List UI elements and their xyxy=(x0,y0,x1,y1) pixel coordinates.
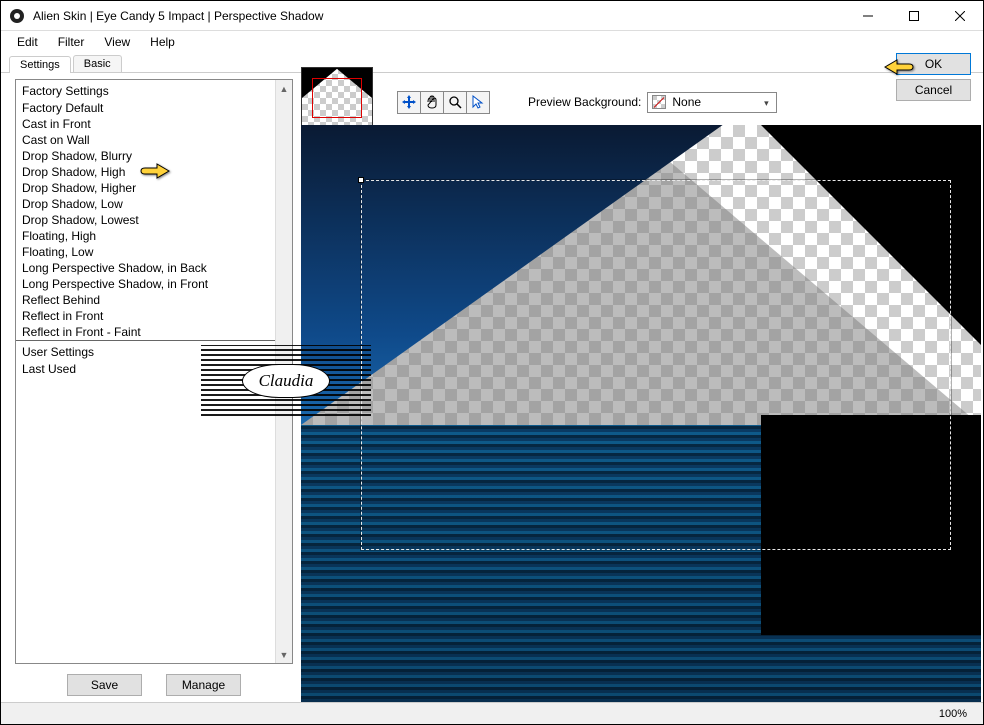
app-icon xyxy=(9,8,25,24)
window-title: Alien Skin | Eye Candy 5 Impact | Perspe… xyxy=(33,9,845,23)
settings-panel: Factory Settings Factory Default Cast in… xyxy=(1,73,301,702)
list-item[interactable]: Drop Shadow, Low xyxy=(16,196,292,212)
minimize-icon xyxy=(863,11,873,21)
titlebar: Alien Skin | Eye Candy 5 Impact | Perspe… xyxy=(1,1,983,31)
preview-thumbnail[interactable] xyxy=(301,67,373,127)
menu-filter[interactable]: Filter xyxy=(50,33,93,51)
preview-background-value: None xyxy=(672,95,701,109)
list-item[interactable]: Factory Default xyxy=(16,100,292,116)
list-item[interactable]: Floating, Low xyxy=(16,244,292,260)
list-item[interactable]: Reflect in Front - Faint xyxy=(16,324,292,340)
move-tool-icon[interactable] xyxy=(397,91,421,114)
preview-panel: OK Cancel xyxy=(301,73,983,702)
tab-strip: Settings Basic xyxy=(1,53,983,73)
list-item[interactable]: Floating, High xyxy=(16,228,292,244)
list-item[interactable]: Last Used xyxy=(16,361,292,377)
preview-background-dropdown[interactable]: None ▾ xyxy=(647,92,777,113)
cancel-button[interactable]: Cancel xyxy=(896,79,971,101)
list-item[interactable]: Cast in Front xyxy=(16,116,292,132)
menu-view[interactable]: View xyxy=(96,33,138,51)
selection-rectangle[interactable] xyxy=(361,180,951,550)
scrollbar-vertical[interactable]: ▲ ▼ xyxy=(275,80,292,663)
scroll-up-icon[interactable]: ▲ xyxy=(276,80,292,97)
tab-basic[interactable]: Basic xyxy=(73,55,122,72)
maximize-button[interactable] xyxy=(891,1,937,31)
list-item[interactable]: Long Perspective Shadow, in Back xyxy=(16,260,292,276)
preview-background-label: Preview Background: xyxy=(528,95,641,109)
hand-tool-icon[interactable] xyxy=(420,91,444,114)
ok-button[interactable]: OK xyxy=(896,53,971,75)
list-item[interactable]: Reflect in Front xyxy=(16,308,292,324)
list-item[interactable]: Long Perspective Shadow, in Front xyxy=(16,276,292,292)
menubar: Edit Filter View Help xyxy=(1,31,983,53)
close-icon xyxy=(955,11,965,21)
preview-toolbar: Preview Background: None ▾ xyxy=(301,73,983,125)
save-button[interactable]: Save xyxy=(67,674,142,696)
chevron-down-icon: ▾ xyxy=(758,96,774,111)
scroll-down-icon[interactable]: ▼ xyxy=(276,646,292,663)
list-item[interactable]: Reflect Behind xyxy=(16,292,292,308)
list-item[interactable]: Cast on Wall xyxy=(16,132,292,148)
close-button[interactable] xyxy=(937,1,983,31)
minimize-button[interactable] xyxy=(845,1,891,31)
list-item[interactable]: Drop Shadow, Higher xyxy=(16,180,292,196)
selection-handle[interactable] xyxy=(358,177,364,183)
zoom-tool-icon[interactable] xyxy=(443,91,467,114)
list-item[interactable]: Drop Shadow, High xyxy=(16,164,292,180)
status-bar: 100% xyxy=(1,702,983,724)
zoom-level: 100% xyxy=(939,708,967,720)
arrow-tool-icon[interactable] xyxy=(466,91,490,114)
manage-button[interactable]: Manage xyxy=(166,674,241,696)
list-item[interactable]: Drop Shadow, Blurry xyxy=(16,148,292,164)
main-area: Factory Settings Factory Default Cast in… xyxy=(1,73,983,702)
menu-edit[interactable]: Edit xyxy=(9,33,46,51)
preview-canvas[interactable] xyxy=(301,125,981,702)
tab-settings[interactable]: Settings xyxy=(9,56,71,73)
settings-listbox[interactable]: Factory Settings Factory Default Cast in… xyxy=(15,79,293,664)
none-swatch-icon xyxy=(652,95,666,109)
factory-settings-header: Factory Settings xyxy=(16,80,292,100)
maximize-icon xyxy=(909,11,919,21)
menu-help[interactable]: Help xyxy=(142,33,183,51)
list-item[interactable]: Drop Shadow, Lowest xyxy=(16,212,292,228)
user-settings-header: User Settings xyxy=(16,341,292,361)
